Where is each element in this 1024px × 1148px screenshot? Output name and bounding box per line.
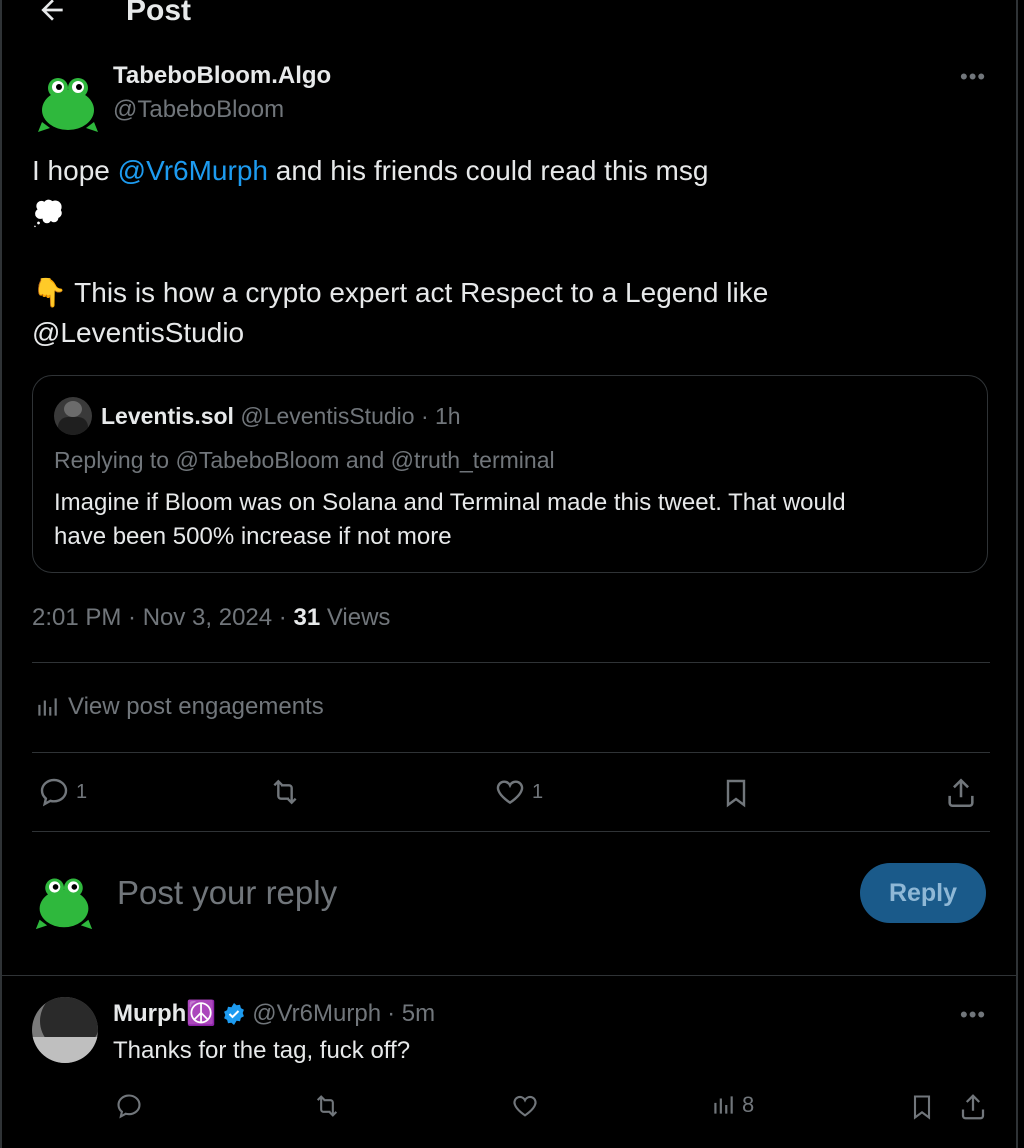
page-title: Post (126, 0, 192, 27)
quoted-author-avatar (54, 397, 92, 435)
more-options-icon[interactable]: ••• (960, 64, 986, 90)
quoted-text-line-2: have been 500% increase if not more (54, 523, 452, 550)
back-arrow-icon[interactable] (36, 0, 68, 34)
post-text-prefix: I hope (32, 155, 118, 186)
replying-and: and (339, 447, 391, 473)
bookmark-icon (726, 779, 746, 808)
reply-repost-action[interactable] (312, 1092, 342, 1120)
reply-reply-action[interactable] (115, 1092, 143, 1120)
share-icon (961, 1094, 985, 1120)
mention-leventisstudio[interactable]: @LeventisStudio (32, 313, 244, 353)
quoted-time: · 1h (420, 403, 461, 429)
post-timestamp-line: 2:01 PM · Nov 3, 2024 · 31 Views (32, 604, 390, 632)
heart-icon (513, 1095, 537, 1117)
reply-icon (117, 1094, 141, 1119)
reply-input[interactable]: Post your reply (117, 874, 337, 912)
repost-icon (273, 779, 297, 805)
post-text-suffix: and his friends could read this msg (267, 155, 709, 186)
views-count: 31 (293, 604, 321, 631)
reply-author-handle[interactable]: @Vr6Murph (252, 1000, 381, 1028)
reply-count: 1 (76, 780, 88, 803)
reply-time: · 5m (387, 999, 436, 1027)
reply-action[interactable]: 1 (38, 776, 87, 808)
quoted-author-line: Leventis.sol @LeventisStudio · 1h (101, 403, 461, 430)
post-text-respect: This is how a crypto expert act Respect … (66, 277, 769, 308)
post-timestamp[interactable]: 2:01 PM · Nov 3, 2024 · (32, 604, 293, 631)
reply-author-line: Murph☮️ @Vr6Murph · 5m (113, 999, 435, 1028)
bookmark-action[interactable] (720, 776, 752, 810)
share-icon (948, 778, 974, 808)
like-count: 1 (532, 780, 544, 803)
quoted-text-line-1: Imagine if Bloom was on Solana and Termi… (54, 489, 846, 516)
author-name[interactable]: TabeboBloom.Algo (113, 62, 331, 90)
divider (32, 752, 990, 753)
views-label: Views (320, 604, 391, 631)
reply-views-count: 8 (742, 1092, 755, 1117)
analytics-icon (714, 1096, 733, 1114)
heart-icon (496, 780, 524, 805)
replying-prefix: Replying to (54, 447, 176, 473)
reply-bookmark-action[interactable] (908, 1092, 936, 1122)
post-text-line-2: 👇 This is how a crypto expert act Respec… (32, 273, 768, 313)
post-text-line-1: I hope @Vr6Murph and his friends could r… (32, 151, 708, 191)
reply-more-options-icon[interactable]: ••• (960, 1002, 986, 1028)
reply-icon (40, 778, 68, 807)
reply-views-action[interactable]: 8 (710, 1092, 754, 1118)
divider (2, 975, 1016, 976)
quoted-text: Imagine if Bloom was on Solana and Termi… (54, 486, 846, 554)
divider (32, 662, 990, 663)
quoted-author-name: Leventis.sol (101, 403, 234, 429)
analytics-icon (38, 698, 57, 716)
reply-like-action[interactable] (511, 1092, 539, 1120)
reply-button[interactable]: Reply (860, 863, 986, 923)
reply-author-avatar[interactable] (32, 997, 98, 1063)
share-action[interactable] (944, 776, 978, 810)
reply-text: Thanks for the tag, fuck off? (113, 1037, 411, 1064)
verified-badge-icon (224, 1002, 245, 1025)
author-handle[interactable]: @TabeboBloom (113, 96, 284, 124)
like-action[interactable]: 1 (494, 776, 543, 808)
divider (32, 831, 990, 832)
reply-author-name[interactable]: Murph☮️ (113, 999, 216, 1028)
composer-avatar (34, 870, 94, 937)
quoted-author-handle: @LeventisStudio (240, 403, 415, 429)
repost-icon (316, 1095, 338, 1117)
repost-action[interactable] (268, 776, 302, 808)
pointing-down-emoji: 👇 (32, 277, 67, 308)
reply-share-action[interactable] (958, 1092, 988, 1122)
view-engagements-link[interactable]: View post engagements (34, 693, 324, 721)
quoted-replying-to: Replying to @TabeboBloom and @truth_term… (54, 447, 555, 474)
replying-mention-2: @truth_terminal (390, 447, 555, 473)
view-engagements-label: View post engagements (68, 693, 324, 720)
thought-bubble-emoji: 💭 (32, 198, 65, 228)
mention-vr6murph[interactable]: @Vr6Murph (118, 155, 268, 186)
replying-mention-1: @TabeboBloom (175, 447, 340, 473)
author-avatar[interactable] (36, 70, 100, 139)
bookmark-icon (913, 1095, 931, 1120)
